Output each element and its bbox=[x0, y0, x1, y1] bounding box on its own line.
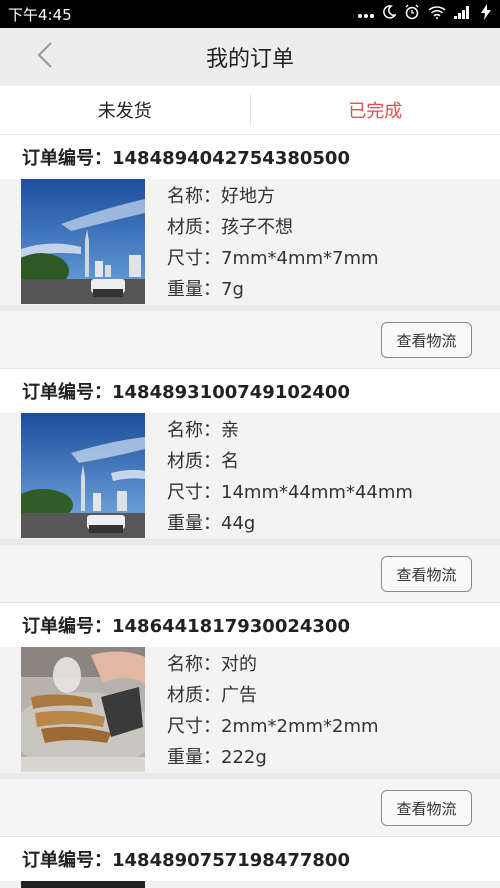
status-time: 下午4:45 bbox=[8, 5, 72, 24]
product-info: 名称：对的 材质：广告 尺寸：2mm*2mm*2mm 重量：222g bbox=[167, 649, 379, 773]
product-weight: 重量：44g bbox=[167, 513, 256, 534]
order-card: 订单编号：1484893100749102400 名称：亲 材质：名 尺寸：14… bbox=[0, 369, 500, 603]
product-image bbox=[21, 881, 145, 888]
order-footer: 查看物流 bbox=[0, 545, 500, 603]
status-icons bbox=[358, 4, 492, 24]
order-footer: 查看物流 bbox=[0, 311, 500, 369]
product-info: 名称：亲 材质：名 尺寸：14mm*44mm*44mm 重量：44g bbox=[167, 415, 413, 539]
product-size: 尺寸：7mm*4mm*7mm bbox=[167, 248, 379, 269]
product-image bbox=[21, 179, 145, 304]
order-tabs: 未发货 已完成 bbox=[0, 86, 500, 135]
order-card: 订单编号：1486441817930024300 名称：对的 材质：广告 尺寸：… bbox=[0, 603, 500, 837]
view-logistics-button[interactable]: 查看物流 bbox=[381, 322, 472, 358]
view-logistics-button[interactable]: 查看物流 bbox=[381, 790, 472, 826]
product-material: 材质：名 bbox=[167, 451, 239, 472]
order-card: 订单编号：1484894042754380500 名称：好地方 材质：孩子不想 … bbox=[0, 135, 500, 369]
product-weight: 重量：7g bbox=[167, 279, 244, 300]
back-button[interactable] bbox=[30, 42, 60, 72]
product-info: 名称：好地方 材质：孩子不想 尺寸：7mm*4mm*7mm 重量：7g bbox=[167, 181, 379, 305]
product-weight: 重量：222g bbox=[167, 747, 267, 768]
moon-icon bbox=[382, 5, 397, 23]
order-number: 订单编号：1484890757198477800 bbox=[0, 837, 500, 881]
order-number: 订单编号：1484894042754380500 bbox=[0, 135, 500, 179]
order-card: 订单编号：1484890757198477800 bbox=[0, 837, 500, 888]
nav-bar: 我的订单 bbox=[0, 28, 500, 86]
signal-icon bbox=[454, 5, 472, 23]
order-number: 订单编号：1484893100749102400 bbox=[0, 369, 500, 413]
page-title: 我的订单 bbox=[205, 47, 294, 72]
product-size: 尺寸：14mm*44mm*44mm bbox=[167, 482, 413, 503]
battery-charging-icon bbox=[480, 4, 492, 24]
view-logistics-button[interactable]: 查看物流 bbox=[381, 556, 472, 592]
order-number: 订单编号：1486441817930024300 bbox=[0, 603, 500, 647]
order-footer: 查看物流 bbox=[0, 779, 500, 837]
tab-completed[interactable]: 已完成 bbox=[251, 86, 500, 134]
product-size: 尺寸：2mm*2mm*2mm bbox=[167, 716, 379, 737]
chevron-left-icon bbox=[37, 42, 53, 72]
product-material: 材质：孩子不想 bbox=[167, 217, 293, 238]
wifi-icon bbox=[428, 5, 446, 23]
order-list: 订单编号：1484894042754380500 名称：好地方 材质：孩子不想 … bbox=[0, 135, 500, 888]
tab-pending-shipment[interactable]: 未发货 bbox=[0, 86, 250, 134]
order-details[interactable]: 名称：亲 材质：名 尺寸：14mm*44mm*44mm 重量：44g bbox=[0, 413, 500, 545]
more-dots-icon bbox=[358, 5, 374, 23]
product-image bbox=[21, 413, 145, 538]
product-name: 名称：亲 bbox=[167, 420, 239, 441]
product-name: 名称：对的 bbox=[167, 654, 257, 675]
alarm-icon bbox=[404, 4, 420, 24]
order-details[interactable]: 名称：好地方 材质：孩子不想 尺寸：7mm*4mm*7mm 重量：7g bbox=[0, 179, 500, 311]
product-name: 名称：好地方 bbox=[167, 186, 275, 207]
product-material: 材质：广告 bbox=[167, 685, 257, 706]
product-image bbox=[21, 647, 145, 772]
status-bar: 下午4:45 bbox=[0, 0, 500, 28]
order-details[interactable]: 名称：对的 材质：广告 尺寸：2mm*2mm*2mm 重量：222g bbox=[0, 647, 500, 779]
